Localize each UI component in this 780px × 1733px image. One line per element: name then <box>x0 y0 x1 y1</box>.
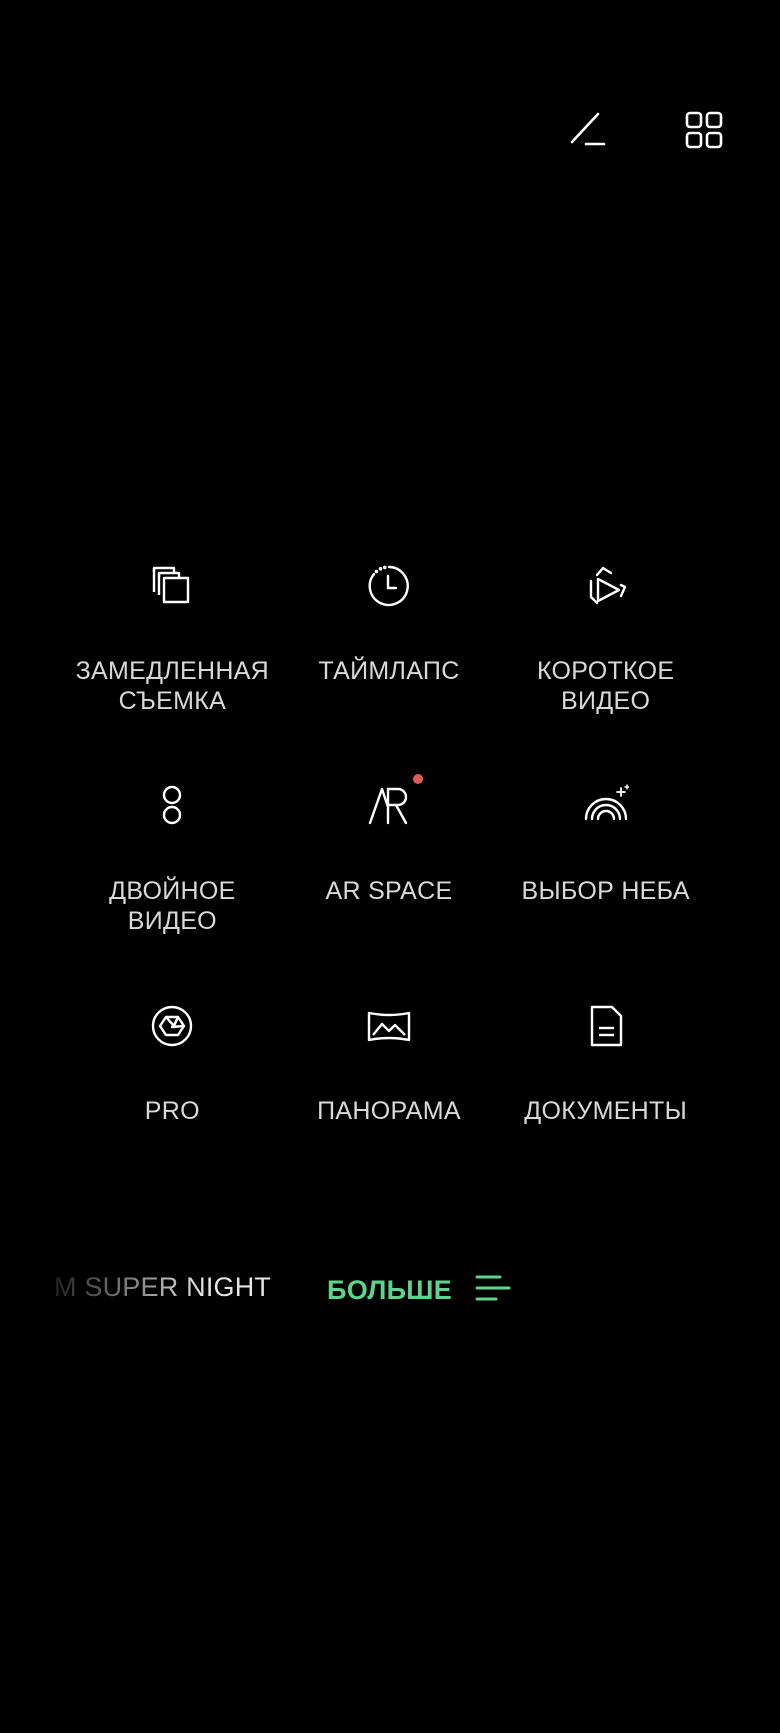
document-icon <box>590 1005 622 1047</box>
top-controls <box>566 108 726 152</box>
mode-label: ДВОЙНОЕ ВИДЕО <box>109 877 236 935</box>
pro-aperture-icon <box>152 1005 193 1047</box>
edit-pencil-icon <box>570 112 606 146</box>
grid-icon <box>685 111 723 149</box>
menu-lines-icon <box>474 1272 512 1309</box>
new-badge <box>412 774 423 784</box>
mode-sky-selection[interactable]: ВЫБОР НЕБА <box>497 780 714 964</box>
mode-label: PRO <box>144 1097 200 1125</box>
mode-label: ВЫБОР НЕБА <box>521 877 690 905</box>
mode-switcher: M SUPER NIGHT БОЛЬШЕ <box>0 1262 780 1312</box>
mode-super-night[interactable]: M SUPER NIGHT <box>54 1272 271 1303</box>
mode-label: КОРОТКОЕ ВИДЕО <box>536 657 675 715</box>
panorama-icon <box>367 1011 411 1042</box>
mode-timelapse[interactable]: ТАЙМЛАПС <box>281 560 498 744</box>
mode-label: ТАЙМЛАПС <box>318 657 460 685</box>
more-label: БОЛЬШЕ <box>327 1275 453 1305</box>
edit-button[interactable] <box>566 108 610 152</box>
sky-rainbow-icon <box>584 784 629 821</box>
mode-short-video[interactable]: КОРОТКОЕ ВИДЕО <box>497 560 714 744</box>
more-modes-button[interactable]: БОЛЬШЕ <box>327 1272 512 1309</box>
mode-label: AR SPACE <box>325 877 453 905</box>
camera-modes-grid: ЗАМЕДЛЕННАЯ СЪЕМКА ТАЙМЛАПС КОРОТКОЕ ВИД… <box>64 560 714 1184</box>
mode-documents[interactable]: ДОКУМЕНТЫ <box>497 1000 714 1184</box>
mode-slow-motion[interactable]: ЗАМЕДЛЕННАЯ СЪЕМКА <box>64 560 281 744</box>
ar-icon <box>368 787 408 825</box>
mode-dual-video[interactable]: ДВОЙНОЕ ВИДЕО <box>64 780 281 964</box>
mode-label: ЗАМЕДЛЕННАЯ СЪЕМКА <box>75 657 270 715</box>
mode-panorama[interactable]: ПАНОРАМА <box>281 1000 498 1184</box>
slow-motion-icon <box>153 566 190 604</box>
grid-view-button[interactable] <box>682 108 726 152</box>
mode-pro[interactable]: PRO <box>64 1000 281 1184</box>
mode-label: ПАНОРАМА <box>317 1097 461 1125</box>
short-video-icon <box>589 566 626 605</box>
dual-video-icon <box>163 785 182 825</box>
timelapse-icon <box>368 565 409 607</box>
mode-ar-space[interactable]: AR SPACE <box>281 774 498 964</box>
mode-label: ДОКУМЕНТЫ <box>524 1097 688 1125</box>
